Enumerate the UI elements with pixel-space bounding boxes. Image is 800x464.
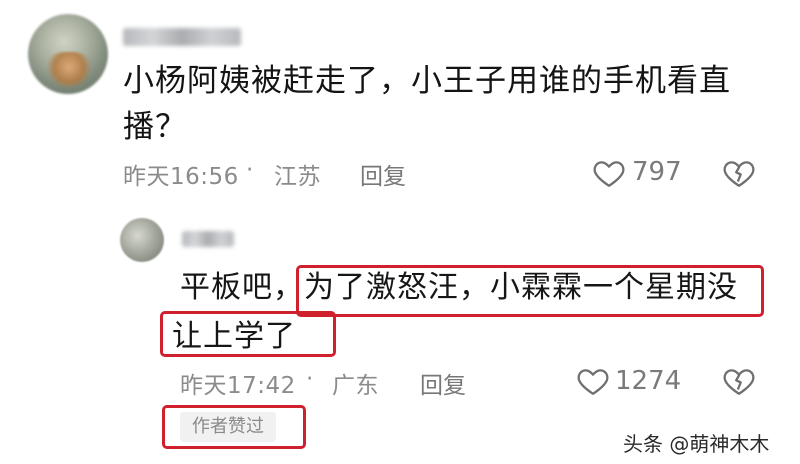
comment-location: 江苏	[274, 164, 321, 190]
meta-separator: ·	[306, 366, 314, 392]
like-heart-icon[interactable]	[592, 156, 626, 190]
reply-location: 广东	[332, 373, 379, 399]
reply-prefix: 平板吧，	[180, 270, 304, 305]
reply-button[interactable]: 回复	[360, 157, 406, 191]
broken-heart-icon[interactable]	[722, 364, 756, 398]
commenter-avatar[interactable]	[28, 14, 108, 94]
reply-time: 昨天17:42	[180, 373, 296, 399]
replier-name-blurred[interactable]	[182, 231, 234, 247]
comment-text: 小杨阿姨被赶走了，小王子用谁的手机看直播？	[123, 63, 731, 145]
replier-avatar[interactable]	[120, 218, 164, 262]
highlight-box-2	[160, 311, 336, 357]
like-count: 797	[632, 157, 682, 187]
reply-button[interactable]: 回复	[420, 366, 466, 400]
meta-separator: ·	[246, 157, 254, 183]
like-heart-icon[interactable]	[576, 364, 610, 398]
highlight-box-3	[162, 405, 306, 449]
comment-time: 昨天16:56	[123, 164, 239, 190]
broken-heart-icon[interactable]	[722, 156, 756, 190]
watermark: 头条 @萌神木木	[623, 432, 770, 456]
commenter-name-blurred[interactable]	[123, 28, 241, 46]
like-count: 1274	[615, 366, 682, 396]
highlight-box-1	[296, 265, 764, 317]
